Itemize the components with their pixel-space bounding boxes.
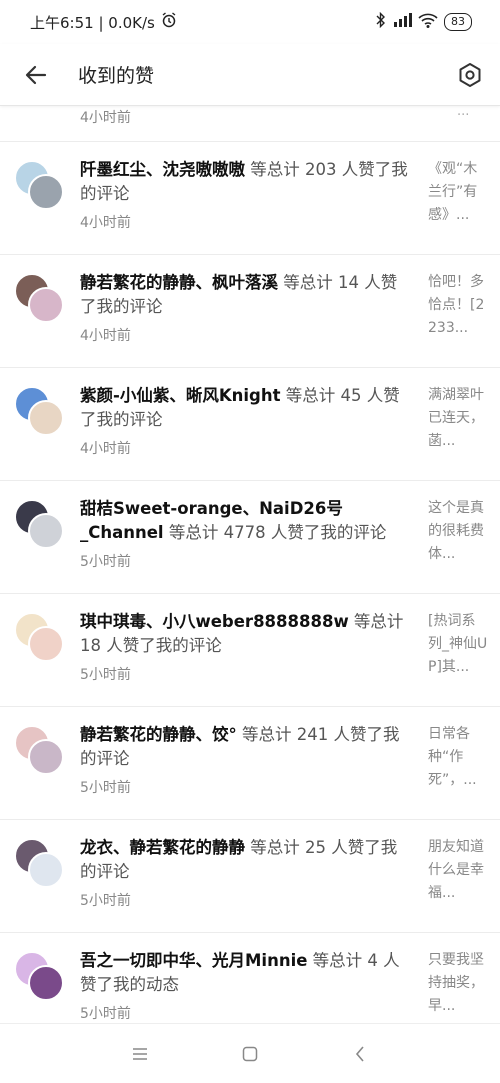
avatar-group[interactable] — [14, 386, 66, 438]
list-item-partial[interactable]: 4小时前 ... — [0, 106, 500, 142]
settings-button[interactable] — [440, 44, 500, 106]
gear-icon — [459, 62, 481, 87]
item-preview[interactable]: 日常各种“作死”，... — [428, 723, 488, 792]
liker-names[interactable]: 琪中琪毒、小八weber8888888w — [80, 612, 349, 631]
arrow-left-icon — [25, 65, 47, 84]
app-bar: 收到的赞 — [0, 44, 500, 106]
battery-icon: 83 — [444, 13, 472, 31]
menu-button[interactable] — [125, 1039, 155, 1069]
status-bar: 上午6:51 | 0.0K/s 83 — [0, 0, 500, 44]
chevron-left-icon — [355, 1045, 364, 1062]
avatar — [28, 626, 64, 662]
avatar — [28, 965, 64, 1001]
like-summary: 龙衣、静若繁花的静静 等总计 25 人赞了我的评论 — [80, 836, 410, 884]
item-preview[interactable]: 满湖翠叶已连天，菡... — [428, 384, 488, 453]
status-time: 上午6:51 | 0.0K/s — [30, 13, 155, 32]
item-preview[interactable]: 只要我坚持抽奖，早... — [428, 949, 488, 1018]
item-time: 5小时前 — [80, 667, 131, 683]
item-preview[interactable]: 这个是真的很耗费体... — [428, 497, 488, 566]
back-nav-button[interactable] — [345, 1039, 375, 1069]
avatar — [28, 852, 64, 888]
avatar — [28, 739, 64, 775]
liker-names[interactable]: 阡墨红尘、沈尧嗷嗷嗷 — [80, 160, 245, 179]
avatar — [28, 174, 64, 210]
avatar — [28, 400, 64, 436]
home-square-icon — [242, 1046, 258, 1061]
liker-names[interactable]: 龙衣、静若繁花的静静 — [80, 838, 245, 857]
avatar-group[interactable] — [14, 951, 66, 1003]
item-time: 4小时前 — [80, 441, 131, 457]
avatar-group[interactable] — [14, 612, 66, 664]
like-summary: 静若繁花的静静、饺° 等总计 241 人赞了我的评论 — [80, 723, 410, 771]
bluetooth-icon — [376, 11, 386, 32]
list-item[interactable]: 吾之一切即中华、光月Minnie 等总计 4 人赞了我的动态 5小时前 只要我坚持抽… — [0, 933, 500, 1023]
item-time: 5小时前 — [80, 1006, 131, 1022]
item-time: 4小时前 — [80, 328, 131, 344]
list-item[interactable]: 紫颜-小仙紫、晰风Knight 等总计 45 人赞了我的评论 4小时前 满湖翠叶已连… — [0, 368, 500, 481]
like-summary: 吾之一切即中华、光月Minnie 等总计 4 人赞了我的动态 — [80, 949, 410, 997]
item-preview[interactable]: [热词系列_神仙UP]其... — [428, 610, 488, 679]
avatar-group[interactable] — [14, 499, 66, 551]
item-time: 4小时前 — [80, 215, 131, 231]
liker-names[interactable]: 吾之一切即中华、光月Minnie — [80, 951, 307, 970]
item-time: 5小时前 — [80, 893, 131, 909]
home-button[interactable] — [235, 1039, 265, 1069]
item-preview[interactable]: 朋友知道什么是幸福... — [428, 836, 488, 905]
item-time: 5小时前 — [80, 554, 131, 570]
page-title: 收到的赞 — [78, 65, 155, 87]
item-time: 5小时前 — [80, 780, 131, 796]
like-summary: 静若繁花的静静、枫叶落溪 等总计 14 人赞了我的评论 — [80, 271, 410, 319]
like-count-text: 等总计 4778 人赞了我的评论 — [163, 523, 387, 542]
item-preview[interactable]: 《观“木兰行”有感》... — [428, 158, 488, 227]
menu-icon — [133, 1047, 147, 1060]
avatar-group[interactable] — [14, 160, 66, 212]
liker-names[interactable]: 紫颜-小仙紫、晰风Knight — [80, 386, 280, 405]
like-summary: 阡墨红尘、沈尧嗷嗷嗷 等总计 203 人赞了我的评论 — [80, 158, 410, 206]
like-summary: 琪中琪毒、小八weber8888888w 等总计 18 人赞了我的评论 — [80, 610, 410, 658]
avatar-group[interactable] — [14, 273, 66, 325]
alarm-icon — [161, 12, 177, 32]
list-item[interactable]: 甜桔Sweet-orange、NaiD26号_Channel 等总计 4778 … — [0, 481, 500, 594]
likes-list[interactable]: 4小时前 ... 阡墨红尘、沈尧嗷嗷嗷 等总计 203 人赞了我的评论 4小时前《… — [0, 106, 500, 1023]
list-item[interactable]: 静若繁花的静静、饺° 等总计 241 人赞了我的评论 5小时前 日常各种“作死”，.… — [0, 707, 500, 820]
item-time: 4小时前 — [80, 110, 131, 126]
signal-icon — [392, 13, 412, 31]
like-summary: 甜桔Sweet-orange、NaiD26号_Channel 等总计 4778 … — [80, 497, 410, 545]
list-item[interactable]: 龙衣、静若繁花的静静 等总计 25 人赞了我的评论 5小时前 朋友知道什么是幸福..… — [0, 820, 500, 933]
list-item[interactable]: 阡墨红尘、沈尧嗷嗷嗷 等总计 203 人赞了我的评论 4小时前 《观“木兰行”有感》… — [0, 142, 500, 255]
avatar-group[interactable] — [14, 725, 66, 777]
avatar — [28, 287, 64, 323]
back-button[interactable] — [0, 44, 70, 106]
system-nav-bar — [0, 1023, 500, 1083]
liker-names[interactable]: 静若繁花的静静、枫叶落溪 — [80, 273, 278, 292]
wifi-icon — [418, 13, 438, 32]
list-item[interactable]: 琪中琪毒、小八weber8888888w 等总计 18 人赞了我的评论 5小时前 [… — [0, 594, 500, 707]
avatar-group[interactable] — [14, 838, 66, 890]
avatar — [28, 513, 64, 549]
liker-names[interactable]: 静若繁花的静静、饺° — [80, 725, 237, 744]
item-preview: ... — [457, 106, 470, 119]
like-summary: 紫颜-小仙紫、晰风Knight 等总计 45 人赞了我的评论 — [80, 384, 410, 432]
item-preview[interactable]: 恰吧！多恰点！[2233... — [428, 271, 488, 340]
list-item[interactable]: 静若繁花的静静、枫叶落溪 等总计 14 人赞了我的评论 4小时前 恰吧！多恰点！[2… — [0, 255, 500, 368]
